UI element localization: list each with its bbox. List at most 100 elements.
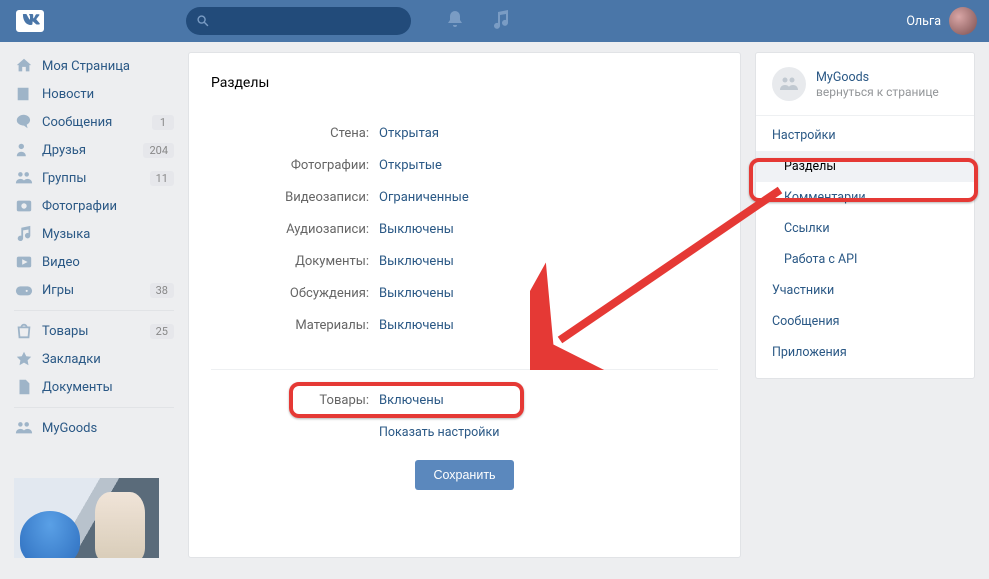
news-icon: [14, 84, 34, 104]
music-icon[interactable]: [491, 9, 511, 33]
nav-label: Видео: [42, 255, 80, 270]
user-name: Ольга: [906, 14, 941, 29]
nav-label: Закладки: [42, 352, 101, 367]
divider: [211, 369, 718, 370]
settings-panel: Разделы Стена:ОткрытаяФотографии:Открыты…: [188, 52, 741, 558]
vk-logo[interactable]: [16, 7, 44, 35]
nav-item-market[interactable]: Товары 25: [14, 317, 174, 345]
setting-label: Товары:: [189, 393, 379, 408]
setting-label: Материалы:: [189, 318, 379, 333]
bookmark-icon: [14, 349, 34, 369]
show-settings-link[interactable]: Показать настройки: [379, 425, 499, 440]
docs-icon: [14, 377, 34, 397]
promo-image[interactable]: [14, 478, 159, 558]
setting-label: Аудиозаписи:: [189, 222, 379, 237]
setting-row: Материалы:Выключены: [189, 309, 740, 341]
setting-label: Фотографии:: [189, 158, 379, 173]
nav-label: Новости: [42, 87, 94, 102]
photos-icon: [14, 196, 34, 216]
nav-item-photos[interactable]: Фотографии: [14, 192, 174, 220]
setting-row: Аудиозаписи:Выключены: [189, 213, 740, 245]
nav-badge: 25: [150, 324, 174, 339]
topbar: Ольга: [0, 0, 989, 42]
notifications-icon[interactable]: [445, 9, 465, 33]
nav-badge: 1: [152, 115, 174, 130]
divider: [756, 115, 974, 116]
setting-value-dropdown[interactable]: Выключены: [379, 222, 454, 237]
left-nav: Моя СтраницаНовостиСообщения1Друзья204Гр…: [14, 52, 174, 558]
settings-nav-Настройки[interactable]: Настройки: [756, 120, 974, 151]
nav-label: Группы: [42, 171, 86, 186]
settings-nav-Разделы[interactable]: Разделы: [756, 151, 974, 182]
group-header[interactable]: MyGoods вернуться к странице: [756, 67, 974, 111]
nav-item-groups[interactable]: Группы 11: [14, 164, 174, 192]
nav-item-friends[interactable]: Друзья204: [14, 136, 174, 164]
user-menu[interactable]: Ольга: [906, 7, 977, 35]
nav-label: Игры: [42, 283, 74, 298]
top-icons: [445, 9, 511, 33]
goods-row: Товары: Включены: [189, 384, 740, 416]
nav-label: Сообщения: [42, 115, 112, 130]
nav-badge: 11: [150, 171, 174, 186]
nav-label: Документы: [42, 380, 113, 395]
divider: [14, 407, 174, 408]
settings-nav-Работа с API[interactable]: Работа с API: [756, 244, 974, 275]
settings-nav-Комментарии[interactable]: Комментарии: [756, 182, 974, 213]
video-icon: [14, 252, 34, 272]
setting-label: Документы:: [189, 254, 379, 269]
nav-label: Друзья: [42, 143, 86, 158]
friends-icon: [14, 140, 34, 160]
home-icon: [14, 56, 34, 76]
setting-label: Стена:: [189, 126, 379, 141]
market-icon: [14, 321, 34, 341]
settings-nav-Сообщения[interactable]: Сообщения: [756, 306, 974, 337]
search-icon: [196, 14, 210, 28]
setting-label: Обсуждения:: [189, 286, 379, 301]
show-settings-row: Показать настройки: [189, 416, 740, 448]
nav-label: Музыка: [42, 227, 90, 242]
nav-badge: 38: [150, 283, 174, 298]
nav-label: MyGoods: [42, 421, 97, 436]
setting-label: Видеозаписи:: [189, 190, 379, 205]
setting-value-dropdown[interactable]: Выключены: [379, 254, 454, 269]
setting-value-dropdown[interactable]: Открытая: [379, 126, 439, 141]
setting-row: Фотографии:Открытые: [189, 149, 740, 181]
setting-row: Документы:Выключены: [189, 245, 740, 277]
nav-label: Фотографии: [42, 199, 117, 214]
nav-item-bookmark[interactable]: Закладки: [14, 345, 174, 373]
nav-item-video[interactable]: Видео: [14, 248, 174, 276]
nav-item-group[interactable]: MyGoods: [14, 414, 174, 442]
nav-label: Товары: [42, 324, 88, 339]
page-title: Разделы: [189, 75, 740, 107]
nav-item-news[interactable]: Новости: [14, 80, 174, 108]
save-button[interactable]: Сохранить: [415, 460, 513, 490]
group-icon: [14, 418, 34, 438]
setting-value-dropdown[interactable]: Выключены: [379, 286, 454, 301]
nav-item-docs[interactable]: Документы: [14, 373, 174, 401]
group-back-link: вернуться к странице: [816, 85, 939, 99]
nav-item-music[interactable]: Музыка: [14, 220, 174, 248]
setting-row: Обсуждения:Выключены: [189, 277, 740, 309]
setting-value-dropdown[interactable]: Ограниченные: [379, 190, 469, 205]
group-avatar-icon: [772, 67, 806, 101]
setting-value-dropdown[interactable]: Включены: [379, 393, 444, 408]
nav-label: Моя Страница: [42, 59, 130, 74]
settings-nav-Участники[interactable]: Участники: [756, 275, 974, 306]
search-input[interactable]: [186, 7, 411, 35]
setting-row: Видеозаписи:Ограниченные: [189, 181, 740, 213]
setting-row: Стена:Открытая: [189, 117, 740, 149]
nav-item-msg[interactable]: Сообщения 1: [14, 108, 174, 136]
nav-item-home[interactable]: Моя Страница: [14, 52, 174, 80]
nav-item-games[interactable]: Игры 38: [14, 276, 174, 304]
settings-nav-Приложения[interactable]: Приложения: [756, 337, 974, 368]
group-settings-nav: MyGoods вернуться к странице НастройкиРа…: [755, 52, 975, 379]
setting-value-dropdown[interactable]: Открытые: [379, 158, 442, 173]
msg-icon: [14, 112, 34, 132]
settings-nav-Ссылки[interactable]: Ссылки: [756, 213, 974, 244]
games-icon: [14, 280, 34, 300]
music-icon: [14, 224, 34, 244]
groups-icon: [14, 168, 34, 188]
divider: [14, 310, 174, 311]
avatar: [949, 7, 977, 35]
setting-value-dropdown[interactable]: Выключены: [379, 318, 454, 333]
